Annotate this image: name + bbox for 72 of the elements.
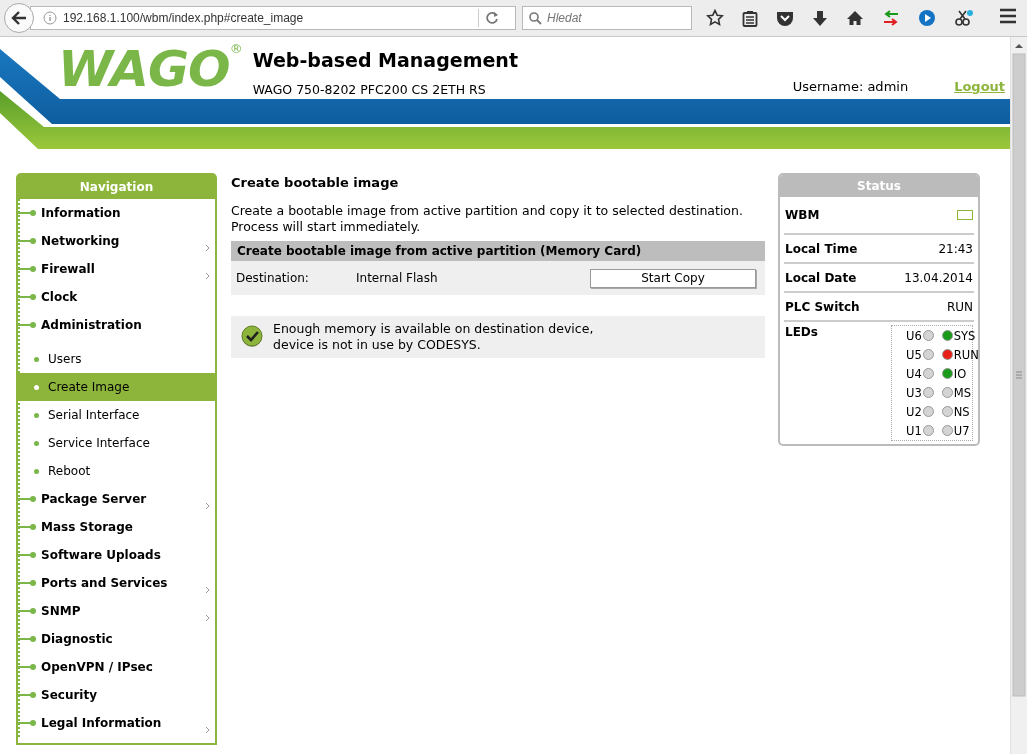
back-button[interactable]	[4, 3, 34, 33]
nav-item[interactable]: Software Uploads	[18, 541, 215, 569]
led-label: SYS	[953, 328, 976, 343]
registered-mark: ®	[229, 41, 243, 56]
nav-subitem[interactable]: Create Image	[18, 373, 215, 401]
address-bar[interactable]: 192.168.1.100/wbm/index.php#create_image	[30, 6, 516, 30]
led-label: U1	[906, 423, 922, 438]
url-text: 192.168.1.100/wbm/index.php#create_image	[63, 11, 305, 25]
search-field[interactable]: Hledat	[522, 6, 692, 30]
download-icon[interactable]	[812, 9, 828, 27]
nav-item[interactable]: Administration	[18, 311, 215, 339]
start-copy-button[interactable]: Start Copy	[590, 268, 756, 288]
description-text: Create a bootable image from active partition and copy it to selected destination. Process will start immediately.	[231, 203, 744, 235]
reload-icon[interactable]	[485, 11, 499, 25]
home-icon[interactable]	[846, 10, 864, 26]
led-label: U7	[953, 423, 970, 438]
led-label: U6	[906, 328, 922, 343]
nav-item[interactable]: Clock	[18, 283, 215, 311]
status-value: RUN	[946, 299, 973, 314]
nav-subitem[interactable]: Reboot	[18, 457, 215, 485]
led-label: U4	[906, 366, 922, 381]
star-icon[interactable]	[706, 9, 724, 27]
info-icon	[43, 11, 57, 25]
nav-item[interactable]: Legal Information	[18, 709, 215, 737]
nav-item[interactable]: Mass Storage	[18, 513, 215, 541]
nav-item[interactable]: SNMP	[18, 597, 215, 625]
back-arrow-icon	[11, 11, 27, 25]
app-title: Web-based Management	[252, 49, 519, 71]
field-label: Destination:	[236, 271, 310, 285]
nav-subitem[interactable]: Serial Interface	[18, 401, 215, 429]
led-label: MS	[953, 385, 971, 400]
led-label: U3	[906, 385, 922, 400]
clipboard-list-icon[interactable]	[742, 9, 758, 27]
menu-icon[interactable]	[999, 8, 1017, 24]
nav-subitem[interactable]: Service Interface	[18, 429, 215, 457]
nav-item[interactable]: Ports and Services	[18, 569, 215, 597]
led-label: U5	[906, 347, 922, 362]
nav-item[interactable]: Security	[18, 681, 215, 709]
led-label: RUN	[953, 347, 979, 362]
logo: WAGO	[58, 41, 230, 97]
status-label: LEDs	[785, 325, 818, 339]
nav-item[interactable]: Package Server	[18, 485, 215, 513]
search-icon	[529, 12, 542, 25]
username-label: Username: admin	[792, 79, 909, 96]
panel-title: Navigation	[18, 175, 215, 199]
field-value: Internal Flash	[356, 271, 439, 285]
play-circle-icon[interactable]	[918, 9, 936, 27]
status-value: 21:43	[938, 241, 973, 256]
sync-arrows-icon[interactable]	[882, 10, 900, 26]
page-title: Create bootable image	[231, 175, 400, 190]
message-text: Enough memory is available on destination device, device is not in use by CODESYS.	[273, 321, 594, 353]
scissors-icon[interactable]	[954, 9, 974, 27]
status-value: 13.04.2014	[904, 270, 973, 285]
nav-item[interactable]: Diagnostic	[18, 625, 215, 653]
status-label: WBM	[785, 208, 820, 222]
status-label: PLC Switch	[785, 299, 860, 314]
status-label: Local Date	[785, 270, 857, 285]
indicator-icon	[957, 210, 973, 220]
nav-item[interactable]: Firewall	[18, 255, 215, 283]
nav-subitem[interactable]: Users	[18, 345, 215, 373]
panel-title: Status	[780, 175, 978, 197]
section-title: Create bootable image from active partition (Memory Card)	[231, 241, 765, 261]
nav-item[interactable]: OpenVPN / IPsec	[18, 653, 215, 681]
led-label: U2	[906, 404, 922, 419]
check-icon	[241, 325, 265, 349]
nav-item[interactable]: Information	[18, 199, 215, 227]
nav-item[interactable]: Networking	[18, 227, 215, 255]
led-label: NS	[953, 404, 970, 419]
status-label: Local Time	[785, 241, 858, 256]
pocket-icon[interactable]	[776, 10, 794, 26]
led-label: IO	[953, 366, 967, 381]
device-name: WAGO 750-8202 PFC200 CS 2ETH RS	[252, 82, 487, 97]
